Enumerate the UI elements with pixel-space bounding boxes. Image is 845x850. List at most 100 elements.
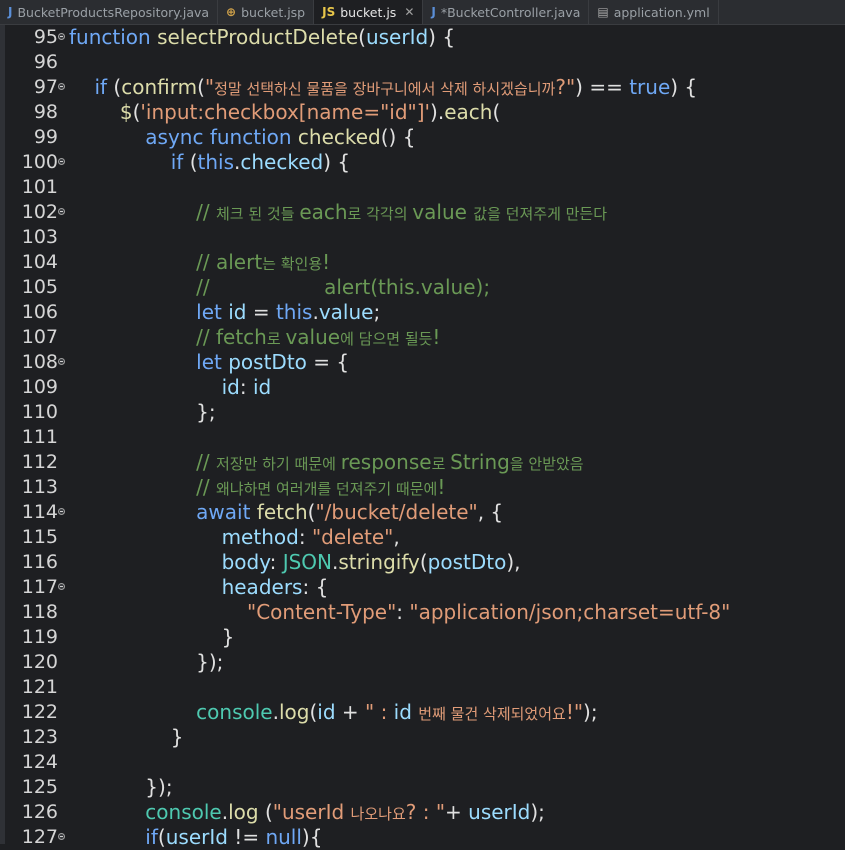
code-line[interactable]: 113 // 왜냐하면 여러개를 던져주기 때문에! (0, 475, 845, 500)
code-line[interactable]: 97 if (confirm("정말 선택하신 물품을 장바구니에서 삭제 하시… (0, 75, 845, 100)
tab-label: bucket.js (340, 4, 397, 20)
code-line[interactable]: 122 console.log(id + " : id 번째 물건 삭제되었어요… (0, 700, 845, 725)
code-text: method: "delete", (69, 525, 400, 550)
code-line[interactable]: 103 (0, 225, 845, 250)
code-line[interactable]: 119 } (0, 625, 845, 650)
code-line[interactable]: 127 if(userId != null){ (0, 825, 845, 850)
tab-application-yml[interactable]: ▤ application.yml (589, 0, 719, 24)
code-token: 로 각각의 (347, 205, 413, 223)
code-token: 을 안받았음 (509, 455, 584, 473)
code-token: console (196, 700, 273, 724)
code-line[interactable]: 101 (0, 175, 845, 200)
code-token: = (246, 300, 276, 324)
code-token: postDto (228, 350, 307, 374)
java-file-icon: J (431, 5, 436, 19)
code-text: } (69, 725, 184, 750)
code-line[interactable]: 115 method: "delete", (0, 525, 845, 550)
fold-collapse-icon[interactable] (58, 83, 65, 90)
code-line[interactable]: 106 let id = this.value; (0, 300, 845, 325)
code-token: response (340, 450, 432, 474)
code-token: String (450, 450, 510, 474)
line-number: 104 (21, 251, 58, 273)
code-line[interactable]: 102 // 체크 된 것들 each로 각각의 value 값을 던져주게 만… (0, 200, 845, 225)
code-token: // alert (196, 250, 263, 274)
code-token: null (265, 825, 302, 849)
code-token: fetch (256, 500, 308, 524)
code-line[interactable]: 104 // alert는 확인용! (0, 250, 845, 275)
code-line[interactable]: 112 // 저장만 하기 때문에 response로 String을 안받았음 (0, 450, 845, 475)
code-line[interactable]: 98 $('input:checkbox[name="id"]').each( (0, 100, 845, 125)
code-text: }; (69, 400, 215, 425)
code-line[interactable]: 126 console.log ("userId 나오나요? : "+ user… (0, 800, 845, 825)
code-token: ) { (323, 150, 351, 174)
code-line[interactable]: 125 }); (0, 775, 845, 800)
code-token: each (444, 100, 493, 124)
code-text: }); (69, 775, 172, 800)
code-line[interactable]: 116 body: JSON.stringify(postDto), (0, 550, 845, 575)
code-line[interactable]: 109 id: id (0, 375, 845, 400)
code-token: postDto (427, 550, 507, 574)
code-token: true (629, 75, 671, 99)
code-line[interactable]: 124 (0, 750, 845, 775)
code-token: checked (240, 150, 324, 174)
line-number: 100 (21, 151, 58, 173)
code-line[interactable]: 117 headers: { (0, 575, 845, 600)
code-token: each (299, 200, 348, 224)
code-token: await (196, 500, 257, 524)
fold-collapse-icon[interactable] (58, 158, 65, 165)
code-token: if (170, 150, 190, 174)
code-token: selectProductDelete (157, 25, 359, 49)
code-line[interactable]: 121 (0, 675, 845, 700)
code-line[interactable]: 118 "Content-Type": "application/json;ch… (0, 600, 845, 625)
line-number: 119 (21, 626, 58, 648)
code-token: ( (189, 150, 198, 174)
code-line[interactable]: 105 // alert(this.value); (0, 275, 845, 300)
code-editor[interactable]: 95 function selectProductDelete(userId) {… (0, 25, 845, 849)
tab-bucket-jsp[interactable]: ⊕ bucket.jsp (218, 0, 315, 24)
code-line[interactable]: 111 (0, 425, 845, 450)
line-number: 123 (21, 726, 58, 748)
code-token: 는 확인용 (262, 255, 323, 273)
line-number: 117 (21, 576, 58, 598)
code-line[interactable]: 110 }; (0, 400, 845, 425)
close-icon[interactable]: ✕ (404, 5, 414, 19)
fold-collapse-icon[interactable] (58, 358, 65, 365)
code-text: function selectProductDelete(userId) { (69, 25, 455, 50)
code-token: ) == (575, 75, 630, 99)
fold-collapse-icon[interactable] (58, 508, 65, 515)
code-token: function (69, 25, 158, 49)
code-token: JSON (282, 550, 332, 574)
code-line[interactable]: 120 }); (0, 650, 845, 675)
code-token: !" (565, 700, 584, 724)
code-line[interactable]: 107 // fetch로 value에 담으면 될듯! (0, 325, 845, 350)
code-line[interactable]: 99 async function checked() { (0, 125, 845, 150)
tab-label: bucket.jsp (241, 4, 306, 20)
fold-collapse-icon[interactable] (58, 208, 65, 215)
fold-collapse-icon[interactable] (58, 833, 65, 840)
code-token: " : (365, 700, 394, 724)
code-line[interactable]: 96 (0, 50, 845, 75)
code-line[interactable]: 100 if (this.checked) { (0, 150, 845, 175)
code-line[interactable]: 95 function selectProductDelete(userId) { (0, 25, 845, 50)
code-line[interactable]: 114 await fetch("/bucket/delete", { (0, 500, 845, 525)
code-token: : (239, 375, 253, 399)
code-line[interactable]: 123 } (0, 725, 845, 750)
code-token: id (393, 700, 419, 724)
yml-file-icon: ▤ (597, 5, 609, 19)
code-token: // fetch (196, 325, 267, 349)
code-line[interactable]: 108 let postDto = { (0, 350, 845, 375)
code-token: + (335, 700, 366, 724)
fold-collapse-icon[interactable] (58, 583, 65, 590)
tab-bucketproductsrepository-java[interactable]: J BucketProductsRepository.java (0, 0, 219, 24)
fold-collapse-icon[interactable] (58, 33, 65, 40)
code-token: headers (221, 575, 303, 599)
tab-bucket-js[interactable]: JS bucket.js ✕ (314, 0, 424, 24)
code-token: ), (506, 550, 521, 574)
code-token: } (69, 625, 235, 649)
code-token: 'input:checkbox[name="id"]' (140, 100, 431, 124)
tab--bucketcontroller-java[interactable]: J *BucketController.java (423, 0, 590, 24)
code-token: checked (297, 125, 381, 149)
